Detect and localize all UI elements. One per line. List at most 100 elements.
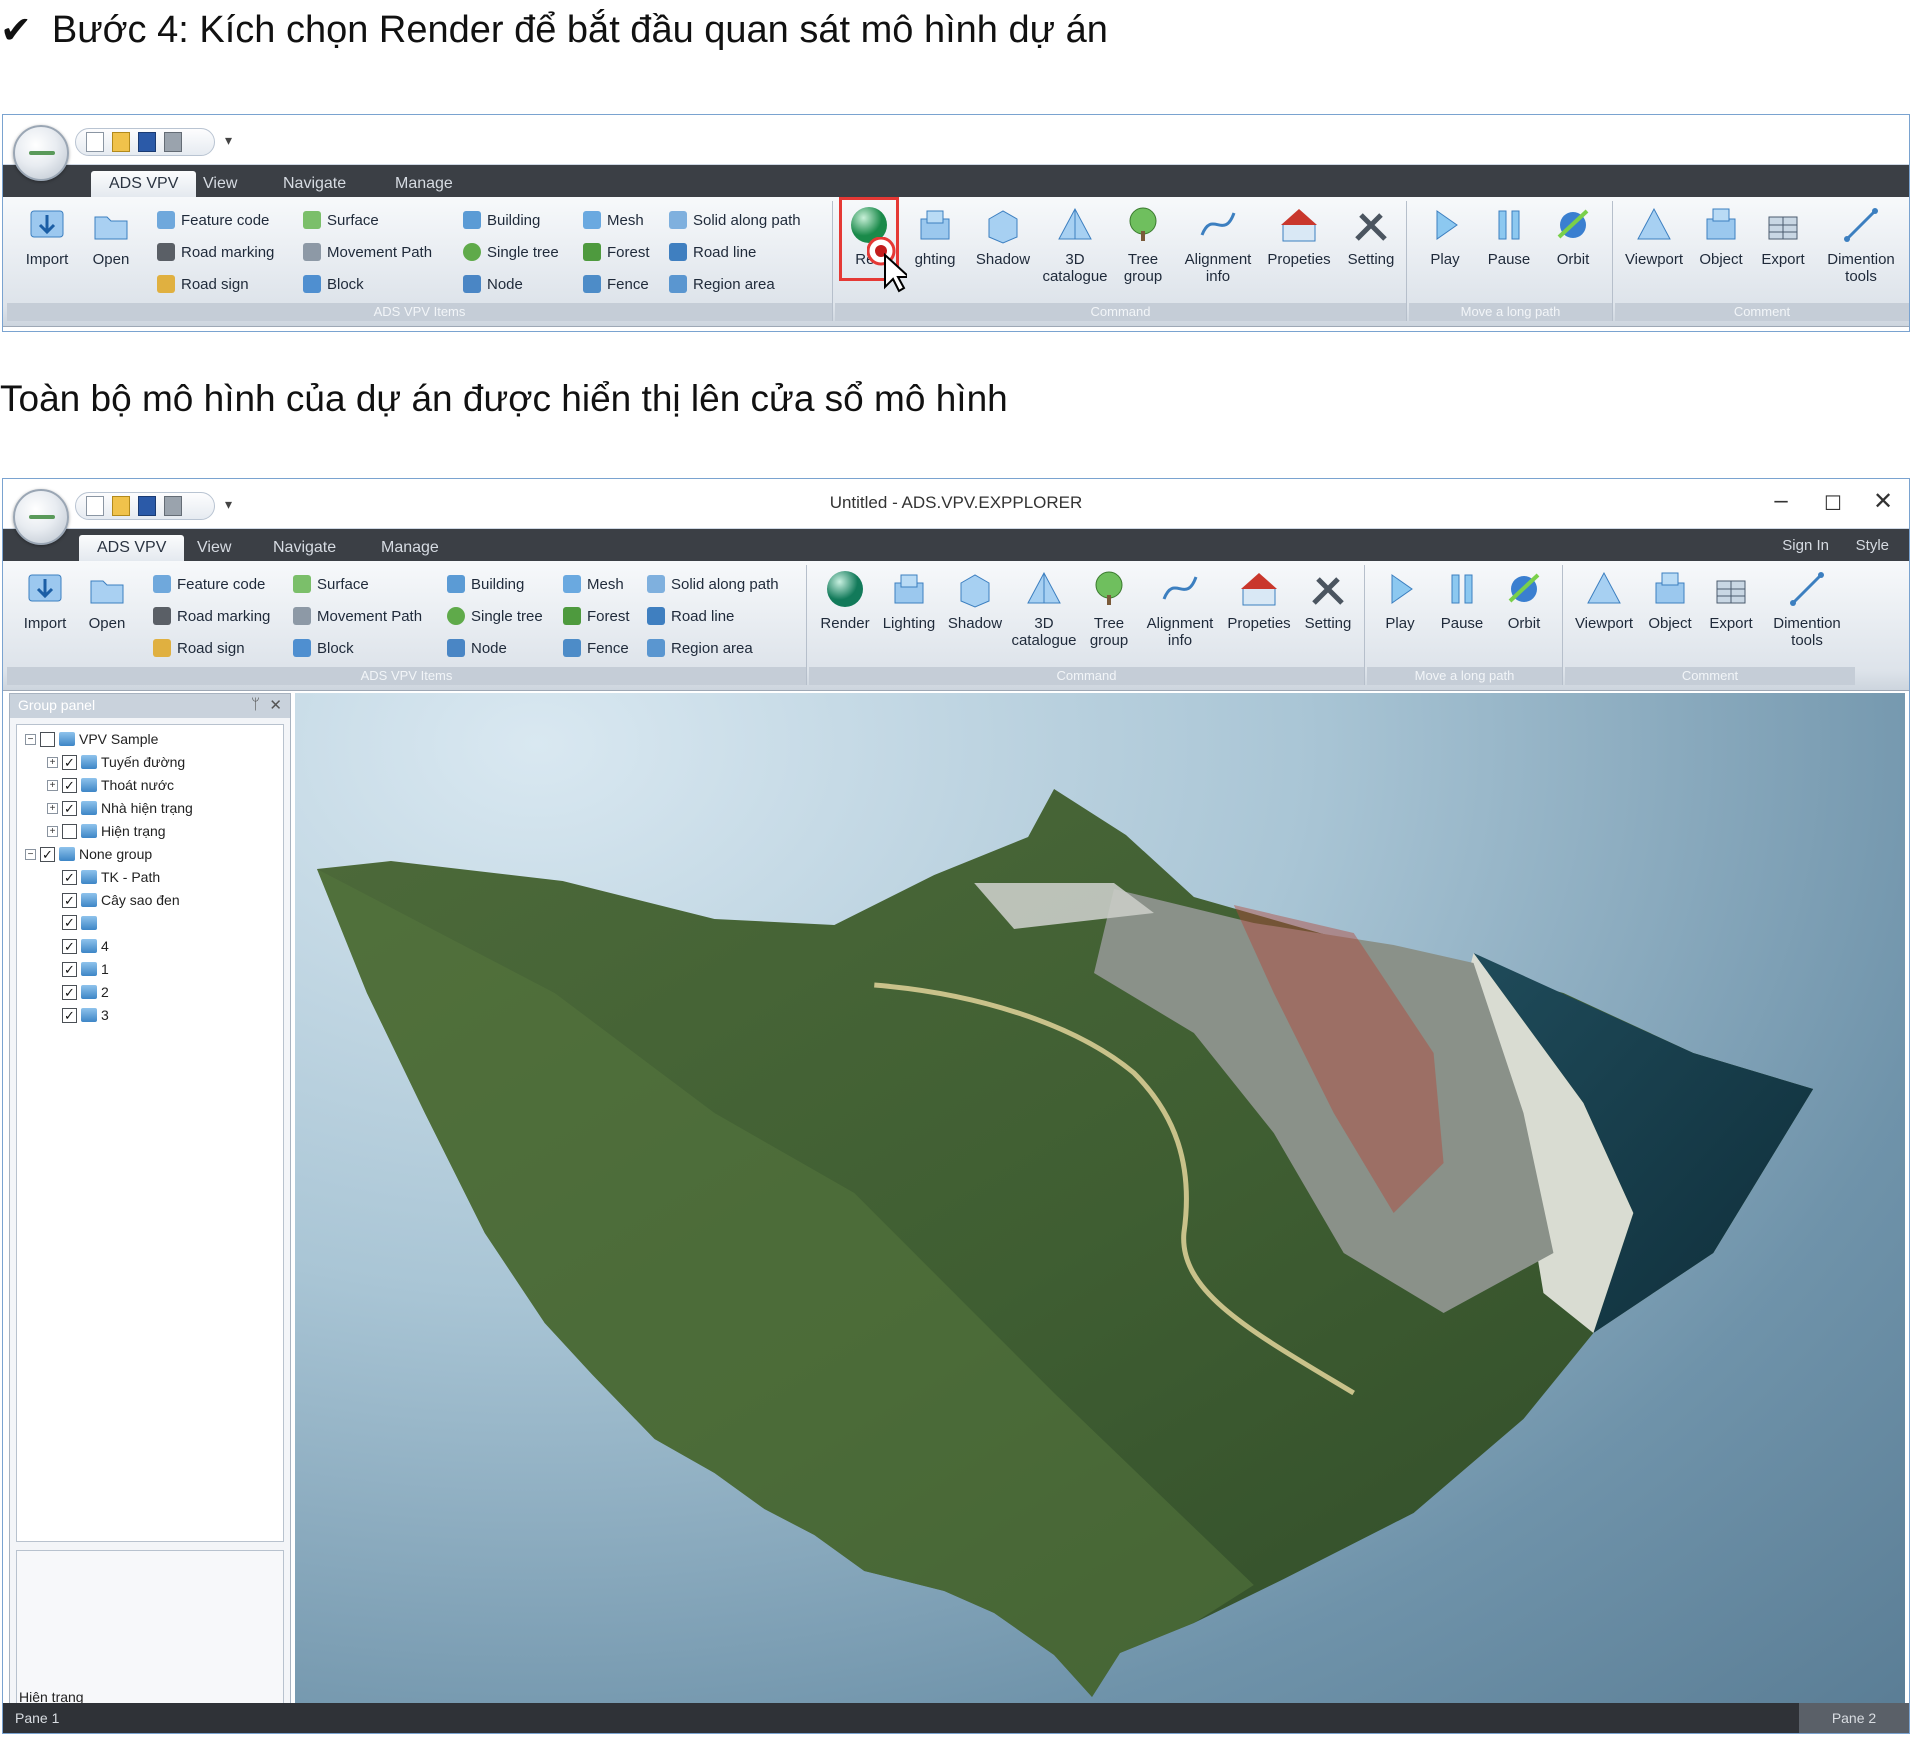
tree-checkbox[interactable]: ✓ xyxy=(62,892,77,908)
node-button[interactable]: Node xyxy=(463,275,523,293)
tree-node[interactable]: ✓ 1 xyxy=(47,961,109,977)
style-menu[interactable]: Style xyxy=(1856,537,1889,554)
tree-node[interactable]: ✓ 4 xyxy=(47,938,109,954)
tree-checkbox[interactable]: ✓ xyxy=(62,938,77,954)
export-button[interactable]: Export xyxy=(1753,205,1813,268)
forest-button[interactable]: Forest xyxy=(583,243,650,261)
orbit-button[interactable]: Orbit xyxy=(1495,569,1553,632)
movement-path-button[interactable]: Movement Path xyxy=(303,243,432,261)
block-button[interactable]: Block xyxy=(303,275,364,293)
expand-icon[interactable]: + xyxy=(47,825,58,837)
play-button[interactable]: Play xyxy=(1415,205,1475,268)
maximize-icon[interactable]: ☐ xyxy=(1813,491,1853,516)
tree-checkbox[interactable]: ✓ xyxy=(40,846,55,862)
alignment-info-button[interactable]: Alignment info xyxy=(1177,205,1259,285)
tree-checkbox[interactable]: ✓ xyxy=(62,869,77,885)
solid-along-path-button[interactable]: Solid along path xyxy=(647,575,779,593)
tab-manage[interactable]: Manage xyxy=(377,171,471,197)
tab-view[interactable]: View xyxy=(185,171,255,197)
single-tree-button[interactable]: Single tree xyxy=(463,243,559,261)
panel-close-icon[interactable]: ✕ xyxy=(269,696,282,714)
tree-checkbox[interactable]: ✓ xyxy=(62,800,77,816)
object-button[interactable]: Object xyxy=(1641,569,1699,632)
tree-group-button[interactable]: Tree group xyxy=(1115,205,1171,285)
tree-checkbox[interactable]: ✓ xyxy=(62,1007,77,1023)
expand-icon[interactable]: − xyxy=(25,848,36,860)
tab-ads-vpv[interactable]: ADS VPV xyxy=(79,535,185,561)
setting-button[interactable]: Setting xyxy=(1297,569,1359,632)
road-line-button[interactable]: Road line xyxy=(669,243,756,261)
feature-code-button[interactable]: Feature code xyxy=(153,575,265,593)
qat-dropdown-icon[interactable]: ▾ xyxy=(225,132,232,149)
road-sign-button[interactable]: Road sign xyxy=(153,639,245,657)
expand-icon[interactable]: + xyxy=(47,779,58,791)
tree-node[interactable]: ✓ xyxy=(47,915,101,930)
region-area-button[interactable]: Region area xyxy=(647,639,753,657)
tree-checkbox[interactable]: ✓ xyxy=(62,915,77,930)
save-icon[interactable] xyxy=(138,132,156,152)
tree-node[interactable]: + ✓ Tuyến đường xyxy=(47,754,185,770)
expand-icon[interactable]: + xyxy=(47,802,58,814)
minimize-icon[interactable]: – xyxy=(1761,487,1801,515)
road-marking-button[interactable]: Road marking xyxy=(157,243,274,261)
tree-checkbox[interactable] xyxy=(40,731,55,747)
open-folder-icon[interactable] xyxy=(112,132,130,152)
shadow-button[interactable]: Shadow xyxy=(943,569,1007,632)
single-tree-button[interactable]: Single tree xyxy=(447,607,543,625)
lighting-button[interactable]: ghting xyxy=(903,205,967,268)
propeties-button[interactable]: Propeties xyxy=(1263,205,1335,268)
tree-node[interactable]: ✓ Cây sao đen xyxy=(47,892,180,908)
3d-catalogue-button[interactable]: 3D catalogue xyxy=(1039,205,1111,285)
feature-code-button[interactable]: Feature code xyxy=(157,211,269,229)
expand-icon[interactable]: − xyxy=(25,733,36,745)
solid-along-path-button[interactable]: Solid along path xyxy=(669,211,801,229)
tab-manage[interactable]: Manage xyxy=(363,535,457,561)
app-menu-orb[interactable] xyxy=(13,125,69,181)
road-line-button[interactable]: Road line xyxy=(647,607,734,625)
mesh-button[interactable]: Mesh xyxy=(583,211,644,229)
tree-checkbox[interactable]: ✓ xyxy=(62,777,77,793)
expand-icon[interactable]: + xyxy=(47,756,58,768)
play-button[interactable]: Play xyxy=(1371,569,1429,632)
new-file-icon[interactable] xyxy=(86,132,104,152)
pin-icon[interactable]: ᛘ xyxy=(251,696,260,713)
tab-navigate[interactable]: Navigate xyxy=(265,171,364,197)
pause-button[interactable]: Pause xyxy=(1479,205,1539,268)
shadow-button[interactable]: Shadow xyxy=(971,205,1035,268)
dimention-tools-button[interactable]: Dimention tools xyxy=(1817,205,1905,285)
tab-navigate[interactable]: Navigate xyxy=(255,535,354,561)
tree-group-button[interactable]: Tree group xyxy=(1081,569,1137,649)
viewport-button[interactable]: Viewport xyxy=(1569,569,1639,632)
tree-checkbox[interactable]: ✓ xyxy=(62,984,77,1000)
close-icon[interactable]: ✕ xyxy=(1863,487,1903,516)
tree-checkbox[interactable] xyxy=(62,823,77,839)
building-button[interactable]: Building xyxy=(463,211,540,229)
render-button[interactable]: Render xyxy=(813,569,877,632)
fence-button[interactable]: Fence xyxy=(583,275,649,293)
tree-node[interactable]: + ✓ Thoát nước xyxy=(47,777,174,793)
surface-button[interactable]: Surface xyxy=(303,211,379,229)
tree-node[interactable]: ✓ 3 xyxy=(47,1007,109,1023)
model-viewport[interactable] xyxy=(295,693,1905,1717)
object-button[interactable]: Object xyxy=(1691,205,1751,268)
sign-in-link[interactable]: Sign In xyxy=(1782,537,1829,554)
building-button[interactable]: Building xyxy=(447,575,524,593)
node-button[interactable]: Node xyxy=(447,639,507,657)
mesh-button[interactable]: Mesh xyxy=(563,575,624,593)
print-icon[interactable] xyxy=(164,132,182,152)
forest-button[interactable]: Forest xyxy=(563,607,630,625)
tab-view[interactable]: View xyxy=(179,535,249,561)
propeties-button[interactable]: Propeties xyxy=(1223,569,1295,632)
tree-checkbox[interactable]: ✓ xyxy=(62,961,77,977)
viewport-button[interactable]: Viewport xyxy=(1619,205,1689,268)
import-button[interactable]: Import xyxy=(19,205,75,268)
fence-button[interactable]: Fence xyxy=(563,639,629,657)
tree-checkbox[interactable]: ✓ xyxy=(62,754,77,770)
tree-node[interactable]: ✓ TK - Path xyxy=(47,869,160,885)
app-menu-orb[interactable] xyxy=(13,489,69,545)
block-button[interactable]: Block xyxy=(293,639,354,657)
dimention-tools-button[interactable]: Dimention tools xyxy=(1763,569,1851,649)
region-area-button[interactable]: Region area xyxy=(669,275,775,293)
tree-node[interactable]: + ✓ Nhà hiện trạng xyxy=(47,800,193,816)
tree-node[interactable]: − VPV Sample xyxy=(25,731,158,747)
